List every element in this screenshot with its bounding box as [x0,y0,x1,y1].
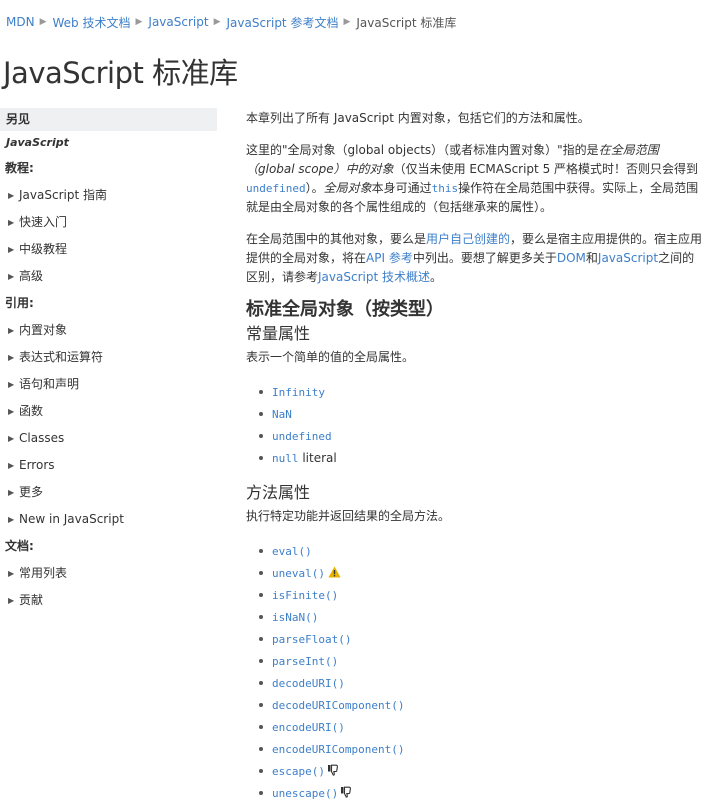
triangle-right-icon: ▶ [8,272,15,281]
list-item: parseFloat() [246,628,706,650]
sidebar-item-intermediate[interactable]: ▶ 中级教程 [0,236,217,263]
breadcrumb-link-js-reference[interactable]: JavaScript 参考文档 [226,14,338,31]
encodeuricomponent-link[interactable]: encodeURIComponent() [272,743,404,756]
triangle-right-icon: ▶ [8,434,15,443]
sidebar-item-advanced[interactable]: ▶ 高级 [0,263,217,290]
triangle-right-icon: ▶ [8,515,15,524]
sidebar-item-js-guide[interactable]: ▶ JavaScript 指南 [0,182,217,209]
chevron-right-icon: ▶ [343,17,351,27]
triangle-right-icon: ▶ [8,326,15,335]
function-properties-description: 执行特定功能并返回结果的全局方法。 [246,509,451,523]
encodeuri-link[interactable]: encodeURI() [272,721,345,734]
other-objects-paragraph: 在全局范围中的其他对象，要么是用户自己创建的，要么是宿主应用提供的。宿主应用提供… [246,232,703,284]
list-item: undefined [246,425,706,447]
page-title: JavaScript 标准库 [3,56,238,90]
breadcrumb-link-web-docs[interactable]: Web 技术文档 [53,14,131,31]
chevron-right-icon: ▶ [135,17,143,27]
unescape-link[interactable]: unescape() [272,787,338,800]
triangle-right-icon: ▶ [8,407,15,416]
sidebar-section-tutorials: 教程: [5,161,34,175]
nan-link[interactable]: NaN [272,408,292,421]
uneval-link[interactable]: uneval() [272,567,325,580]
sidebar-item-statements[interactable]: ▶ 语句和声明 [0,371,217,398]
list-item: encodeURIComponent() [246,738,706,760]
null-literal-suffix: literal [298,451,337,465]
infinity-link[interactable]: Infinity [272,386,325,399]
triangle-right-icon: ▶ [8,488,15,497]
list-item: escape() [246,760,706,782]
this-code-link[interactable]: this [432,182,459,195]
dom-link[interactable]: DOM [557,251,586,265]
isnan-link[interactable]: isNaN() [272,611,318,624]
chevron-right-icon: ▶ [39,17,47,27]
sidebar-item-more[interactable]: ▶ 更多 [0,479,217,506]
undefined-link[interactable]: undefined [272,430,332,443]
triangle-right-icon: ▶ [8,191,15,200]
list-item: NaN [246,403,706,425]
decodeuri-link[interactable]: decodeURI() [272,677,345,690]
list-item: decodeURIComponent() [246,694,706,716]
sidebar-item-new-in-js[interactable]: ▶ New in JavaScript [0,506,217,533]
sidebar-item-quickstart[interactable]: ▶ 快速入门 [0,209,217,236]
list-item: parseInt() [246,650,706,672]
intro-paragraph: 本章列出了所有 JavaScript 内置对象，包括它们的方法和属性。 [246,111,590,125]
sidebar-section-reference: 引用: [5,296,34,310]
list-item: encodeURI() [246,716,706,738]
triangle-right-icon: ▶ [8,461,15,470]
thumbs-down-icon [327,761,339,783]
sidebar-item-operators[interactable]: ▶ 表达式和运算符 [0,344,217,371]
sidebar-item-builtins[interactable]: ▶ 内置对象 [0,317,217,344]
sidebar-item-useful-lists[interactable]: ▶ 常用列表 [0,560,217,587]
section-heading-standard-objects: 标准全局对象（按类型） [246,299,444,320]
thumbs-down-icon [340,783,352,805]
isfinite-link[interactable]: isFinite() [272,589,338,602]
sidebar: 另见 JavaScript 教程: ▶ JavaScript 指南 ▶ 快速入门 ▶… [0,108,217,614]
breadcrumb-current: JavaScript 标准库 [356,15,457,30]
chevron-right-icon: ▶ [213,17,221,27]
list-item: null literal [246,447,706,469]
list-item: isNaN() [246,606,706,628]
sidebar-javascript-link[interactable]: JavaScript [0,131,217,155]
sidebar-section-docs: 文档: [5,539,34,553]
value-properties-description: 表示一个简单的值的全局属性。 [246,350,415,364]
list-item: unescape() [246,782,706,804]
escape-link[interactable]: escape() [272,765,325,778]
decodeuricomponent-link[interactable]: decodeURIComponent() [272,699,404,712]
heading-value-properties: 常量属性 [246,324,311,343]
sidebar-item-classes[interactable]: ▶ Classes [0,425,217,452]
sidebar-item-functions[interactable]: ▶ 函数 [0,398,217,425]
list-item: Infinity [246,381,706,403]
function-properties-list: eval() uneval() isFinite() isNaN() parse… [246,540,706,804]
global-objects-paragraph: 这里的"全局对象（global objects）（或者标准内置对象）"指的是在全… [246,143,699,214]
value-properties-list: Infinity NaN undefined null literal [246,381,706,469]
triangle-right-icon: ▶ [8,380,15,389]
javascript-link[interactable]: JavaScript [598,251,658,265]
warning-icon [328,563,341,585]
breadcrumb-link-mdn[interactable]: MDN [6,15,35,29]
parsefloat-link[interactable]: parseFloat() [272,633,351,646]
undefined-code-link[interactable]: undefined [246,182,306,195]
triangle-right-icon: ▶ [8,245,15,254]
main-content: 本章列出了所有 JavaScript 内置对象，包括它们的方法和属性。 这里的"… [246,108,706,804]
sidebar-see-also: 另见 [0,108,217,131]
triangle-right-icon: ▶ [8,569,15,578]
heading-function-properties: 方法属性 [246,483,311,502]
triangle-right-icon: ▶ [8,218,15,227]
list-item: isFinite() [246,584,706,606]
list-item: uneval() [246,562,706,584]
eval-link[interactable]: eval() [272,545,312,558]
triangle-right-icon: ▶ [8,353,15,362]
triangle-right-icon: ▶ [8,596,15,605]
sidebar-item-errors[interactable]: ▶ Errors [0,452,217,479]
null-link[interactable]: null [272,452,299,465]
parseint-link[interactable]: parseInt() [272,655,338,668]
user-created-link[interactable]: 用户自己创建的 [426,232,510,246]
list-item: eval() [246,540,706,562]
list-item: decodeURI() [246,672,706,694]
breadcrumb-link-javascript[interactable]: JavaScript [148,15,208,29]
sidebar-item-contribute[interactable]: ▶ 贡献 [0,587,217,614]
api-reference-link[interactable]: API 参考 [366,251,413,265]
breadcrumb: MDN ▶ Web 技术文档 ▶ JavaScript ▶ JavaScript… [6,14,456,30]
js-overview-link[interactable]: JavaScript 技术概述 [318,270,430,284]
